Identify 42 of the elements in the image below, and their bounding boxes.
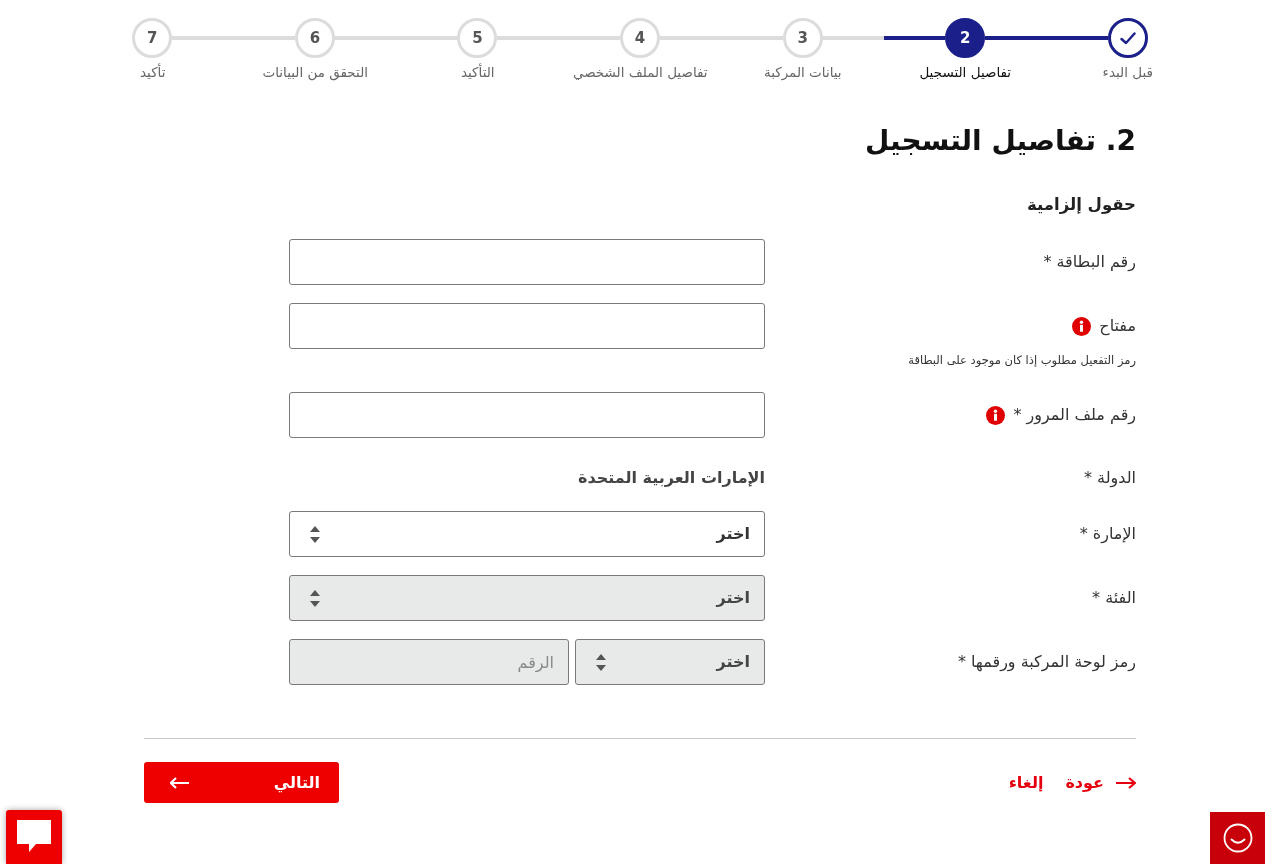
field-label: رقم البطاقة * — [1043, 251, 1136, 274]
field-label: الدولة * — [1084, 467, 1136, 490]
step-label: تفاصيل التسجيل — [919, 63, 1012, 82]
smiley-icon — [1222, 823, 1253, 853]
next-button[interactable]: التالي — [144, 762, 339, 803]
step-circle: 2 — [945, 18, 986, 58]
step-label: التحقق من البيانات — [262, 63, 369, 82]
step-circle: 6 — [294, 18, 335, 58]
step-label: تأكيد — [140, 62, 166, 82]
select-field[interactable]: اختر — [289, 511, 765, 557]
step-circle: 5 — [457, 18, 498, 58]
input-field[interactable] — [289, 392, 765, 438]
sort-arrows-icon — [310, 589, 320, 607]
field-value: الإمارات العربية المتحدة — [577, 467, 765, 489]
field-label: مفتاح — [1099, 315, 1136, 338]
step-label: التأكيد — [460, 62, 495, 82]
step-label: بيانات المركبة — [763, 63, 842, 82]
chat-button[interactable] — [6, 810, 62, 864]
field-label: رمز لوحة المركبة ورقمها * — [957, 651, 1136, 674]
arrow-right-icon — [1116, 776, 1136, 789]
section-heading: حقول إلزامية — [1026, 194, 1136, 216]
feedback-button[interactable] — [1210, 812, 1265, 864]
step-label: تفاصيل الملف الشخصي — [572, 63, 708, 82]
page-heading: 2. تفاصيل التسجيل — [864, 123, 1136, 159]
arrow-left-icon — [170, 776, 189, 789]
step-label: قبل البدء — [1102, 63, 1153, 82]
step-circle: 7 — [132, 18, 173, 58]
check-icon — [1119, 31, 1136, 45]
field-label: الفئة * — [1092, 587, 1136, 609]
step-circle: 4 — [620, 18, 660, 58]
field-label: رقم ملف المرور * — [1013, 404, 1136, 427]
info-icon[interactable] — [986, 405, 1006, 425]
hint-text: رمز التفعيل مطلوب إذا كان موجود على البطاقة — [907, 352, 1136, 369]
sort-arrows-icon — [310, 525, 320, 543]
sort-arrows-icon — [596, 653, 606, 671]
cancel-link[interactable]: إلغاء — [1008, 770, 1044, 795]
step-circle: 3 — [782, 18, 823, 58]
field-label: الإمارة * — [1079, 523, 1136, 546]
input-field[interactable] — [289, 239, 765, 285]
input-field[interactable] — [289, 303, 765, 349]
info-icon[interactable] — [1072, 316, 1092, 336]
back-link[interactable]: عودة — [1065, 770, 1136, 795]
